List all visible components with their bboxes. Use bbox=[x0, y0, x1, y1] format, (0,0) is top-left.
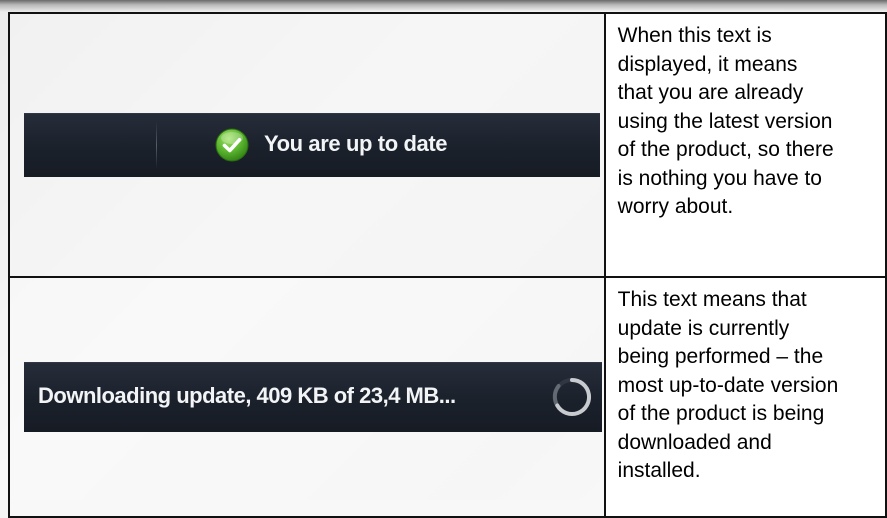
description-line: is nothing you have to bbox=[617, 166, 822, 190]
table-row: You are up to date When this text is dis… bbox=[8, 12, 887, 278]
description-line: of the product is being bbox=[617, 402, 825, 425]
description-line: This text means that bbox=[617, 288, 807, 311]
status-image-cell: You are up to date bbox=[8, 12, 606, 278]
description-cell-downloading: This text means that update is currently… bbox=[603, 276, 887, 518]
description-line: displayed, it means bbox=[617, 52, 798, 76]
description-line: update is currently bbox=[617, 316, 790, 340]
download-progress-text: Downloading update, 409 KB of 23,4 MB... bbox=[38, 383, 456, 408]
description-cell-up-to-date: When this text is displayed, it means th… bbox=[603, 12, 887, 278]
status-bar-up-to-date: You are up to date bbox=[24, 113, 600, 177]
check-circle-icon bbox=[215, 128, 249, 162]
description-line: most up-to-date version bbox=[617, 373, 839, 397]
up-to-date-status-text: You are up to date bbox=[264, 131, 448, 156]
description-line: that you are already bbox=[617, 81, 804, 104]
status-description-table: You are up to date When this text is dis… bbox=[8, 12, 887, 518]
description-line: installed. bbox=[617, 459, 701, 482]
status-image-cell: Downloading update, 409 KB of 23,4 MB... bbox=[8, 276, 606, 518]
description-line: worry about. bbox=[617, 195, 734, 218]
top-shadow bbox=[0, 0, 887, 12]
status-bar-downloading: Downloading update, 409 KB of 23,4 MB... bbox=[24, 362, 602, 432]
table-row: Downloading update, 409 KB of 23,4 MB...… bbox=[8, 276, 887, 518]
loading-spinner-icon bbox=[552, 378, 592, 416]
bar-divider bbox=[156, 121, 157, 169]
description-line: using the latest version bbox=[617, 109, 833, 133]
description-line: being performed – the bbox=[617, 345, 824, 368]
description-line: downloaded and bbox=[617, 430, 772, 454]
description-line: When this text is bbox=[617, 24, 772, 47]
description-line: of the product, so there bbox=[617, 138, 834, 161]
